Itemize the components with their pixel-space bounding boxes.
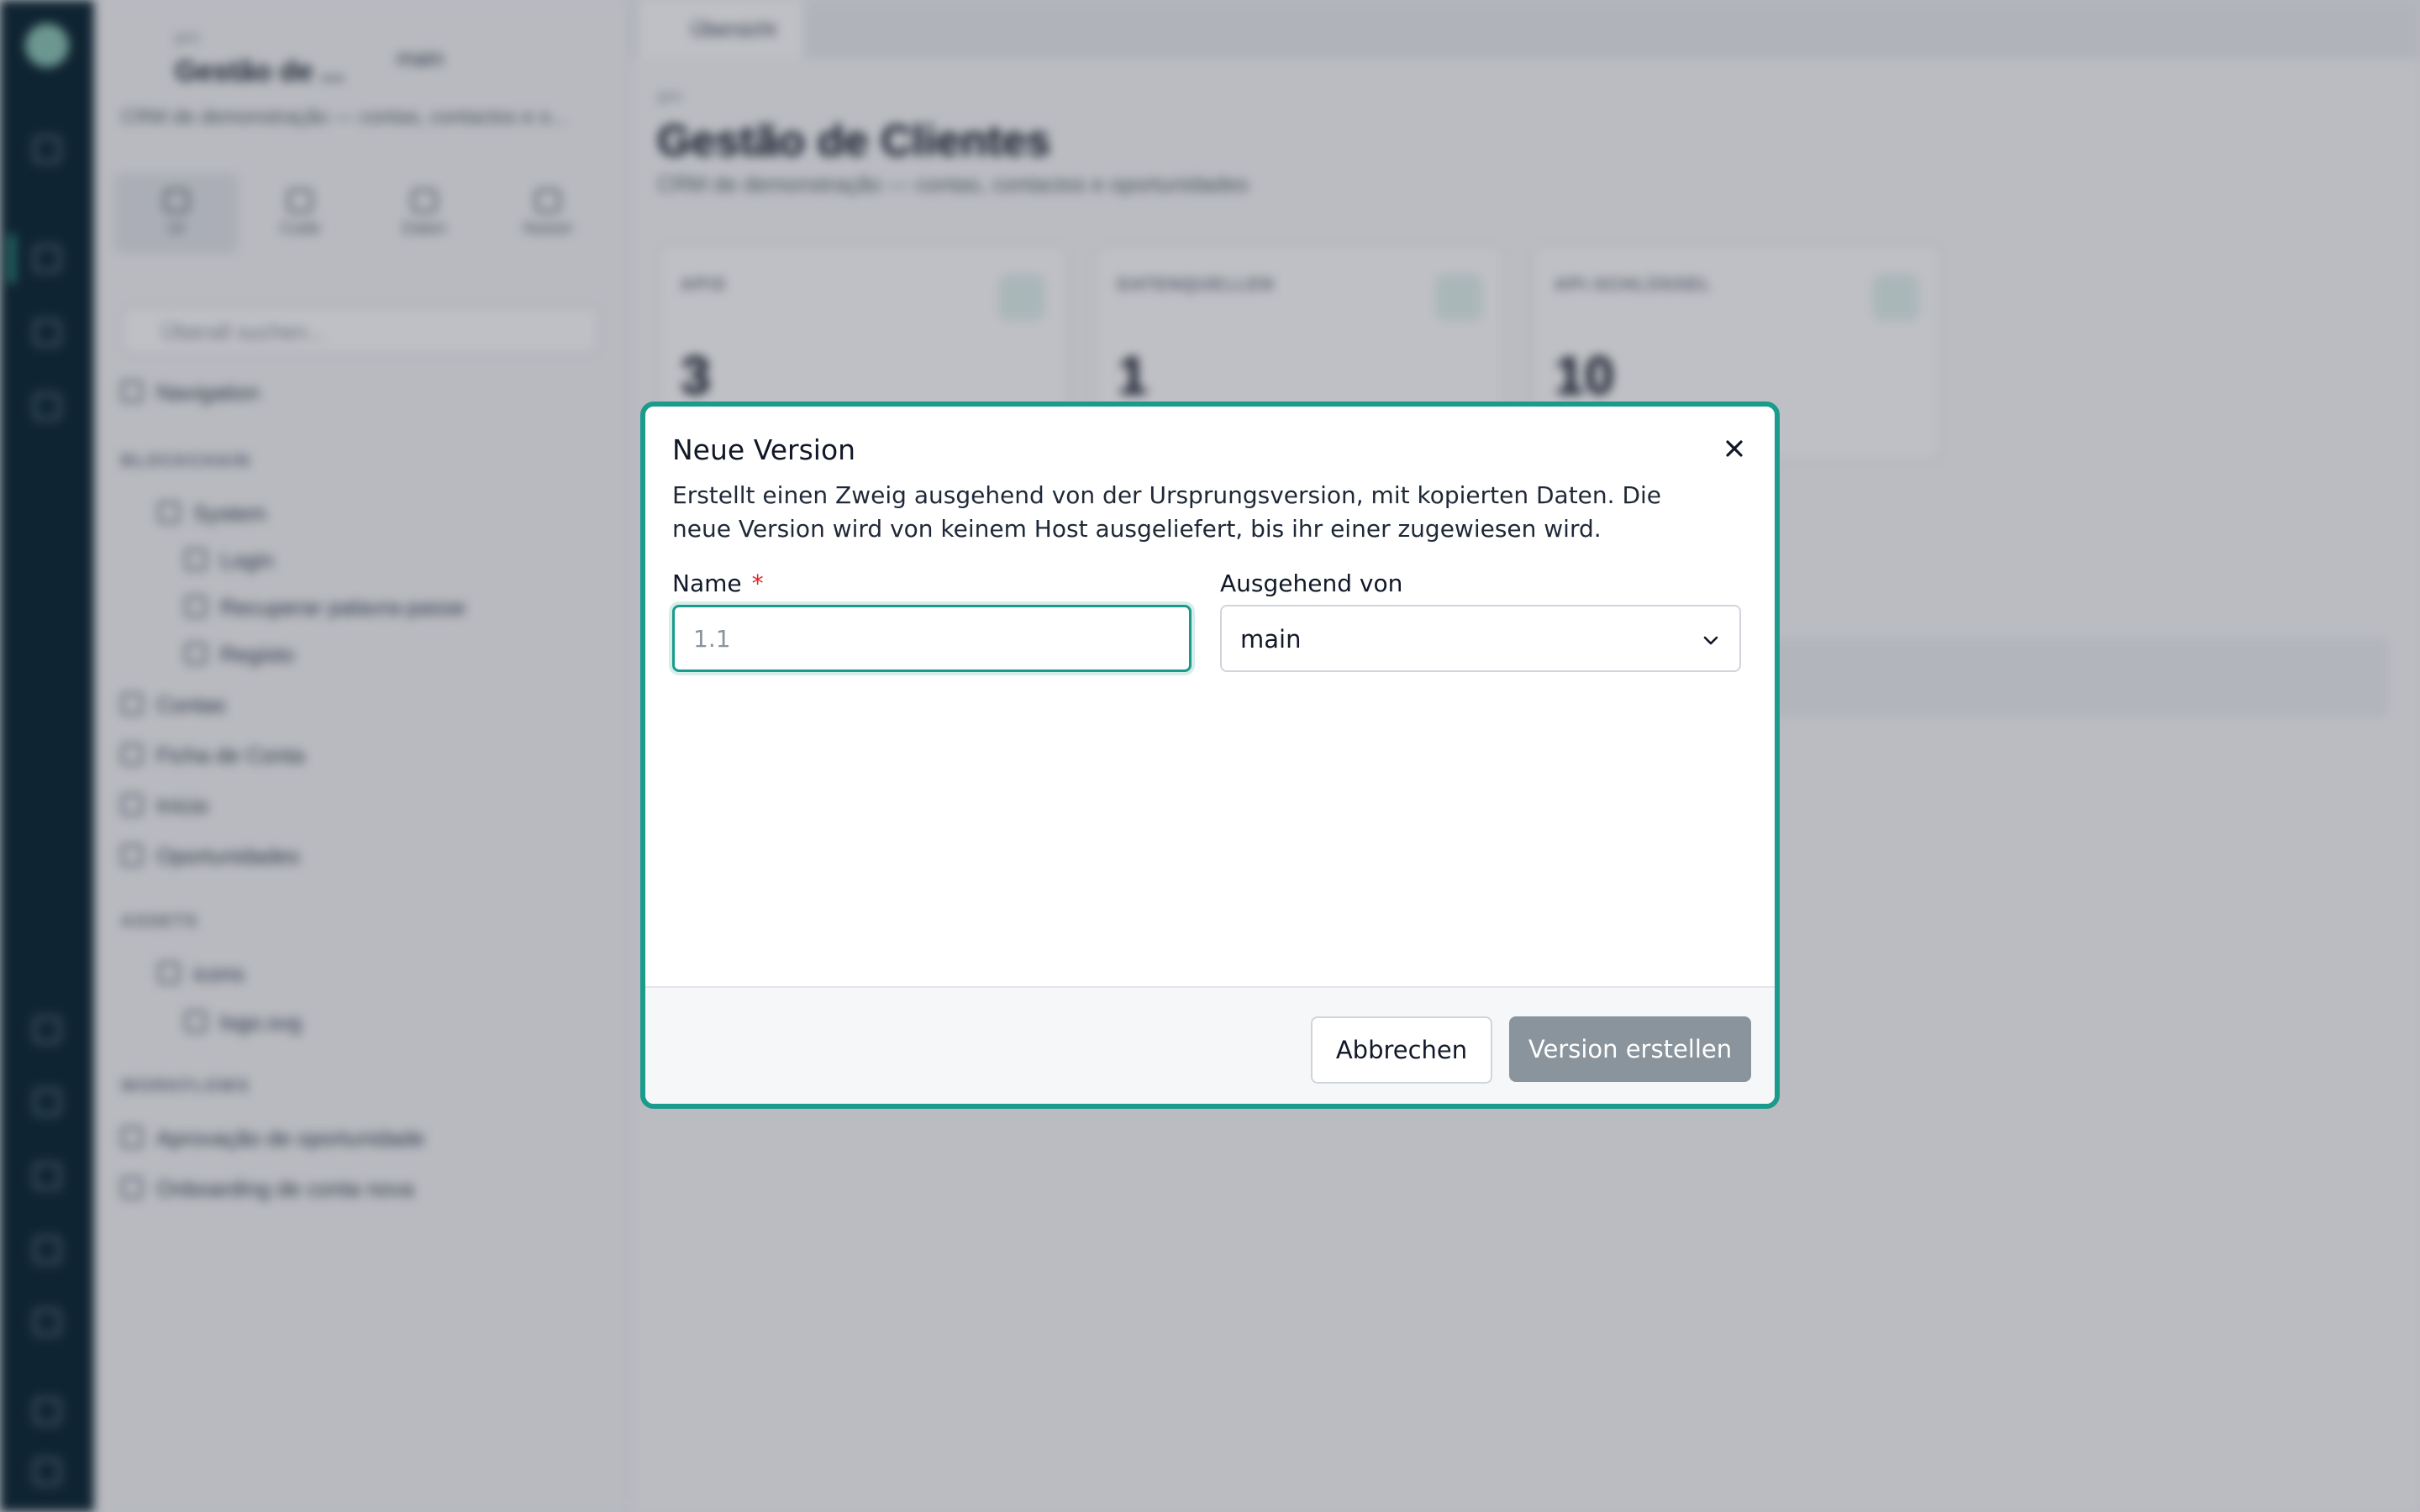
chevron-down-icon: [1703, 636, 1718, 645]
dialog-description: Erstellt einen Zweig ausgehend von der U…: [672, 481, 1662, 543]
source-label: Ausgehend von: [1220, 570, 1403, 597]
name-label: Name *: [672, 570, 764, 597]
source-version-value: main: [1240, 625, 1302, 654]
close-button[interactable]: [1718, 432, 1751, 465]
required-marker: *: [751, 570, 764, 597]
close-icon: [1726, 440, 1743, 457]
source-version-select[interactable]: main: [1220, 605, 1741, 672]
new-version-dialog: Neue Version Erstellt einen Zweig ausgeh…: [640, 402, 1780, 1109]
cancel-button[interactable]: Abbrechen: [1311, 1016, 1492, 1084]
create-version-button[interactable]: Version erstellen: [1509, 1016, 1751, 1082]
name-input[interactable]: [672, 605, 1192, 672]
dialog-title: Neue Version: [672, 433, 856, 466]
dialog-footer: Abbrechen Version erstellen: [645, 986, 1775, 1104]
